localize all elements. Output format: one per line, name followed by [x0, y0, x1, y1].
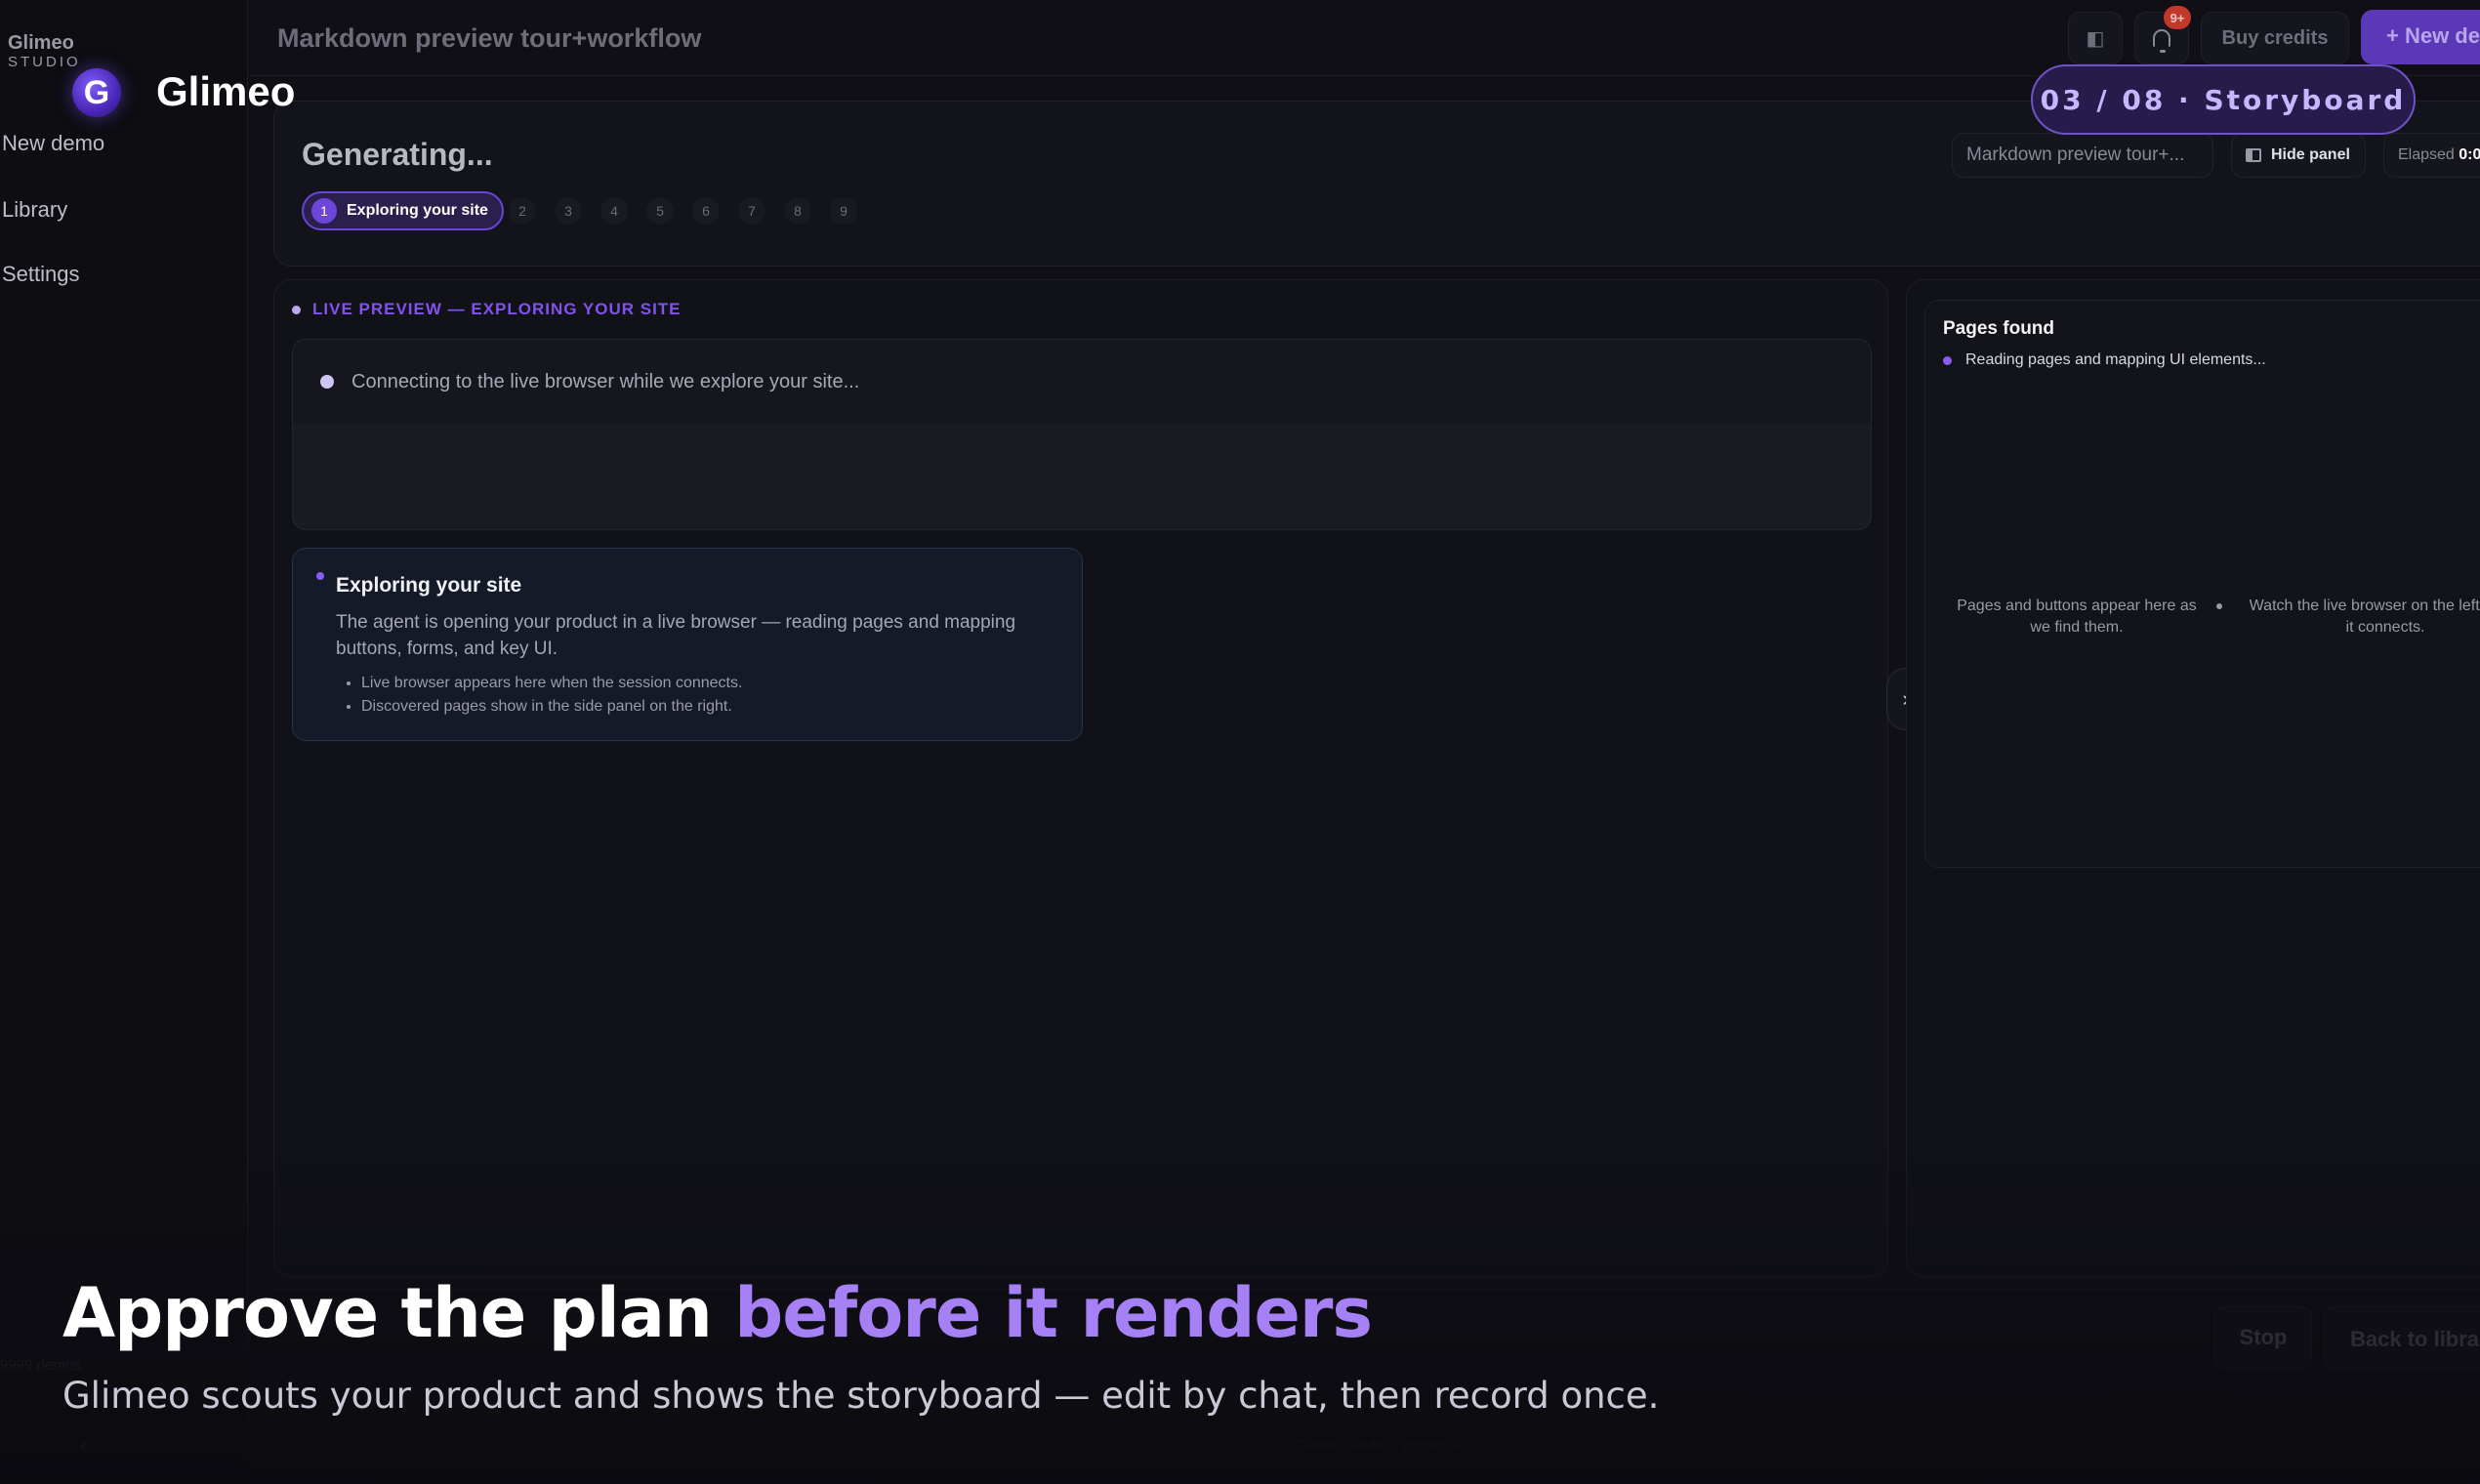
status-dot-icon: [1943, 355, 1952, 365]
step-3[interactable]: 3: [555, 197, 582, 225]
elapsed-label: Elapsed: [2398, 146, 2455, 163]
headline-plain: Approve the plan: [62, 1273, 735, 1353]
browser-status-bar: Connecting to the live browser while we …: [293, 340, 1871, 424]
sidebar-demo-count: 9999 demos: [0, 1357, 81, 1374]
headline-accent: before it renders: [734, 1273, 1373, 1353]
step-4[interactable]: 4: [600, 197, 628, 225]
panel-icon: [2246, 148, 2261, 162]
separator-dot-icon: [2216, 603, 2222, 609]
sidebar-collapse-button[interactable]: ‹: [64, 1425, 103, 1464]
exploring-title: Exploring your site: [336, 574, 522, 597]
panel-toggle-button[interactable]: ◧: [2068, 12, 2123, 64]
exploring-card: Exploring your site The agent is opening…: [292, 548, 1083, 741]
live-preview-panel: LIVE PREVIEW — EXPLORING YOUR SITE Conne…: [273, 279, 1888, 1277]
panel-toggle-icon: ◧: [2086, 27, 2105, 50]
list-item: Live browser appears here when the sessi…: [361, 672, 742, 695]
hide-panel-button[interactable]: Hide panel: [2231, 133, 2366, 178]
glimeo-logo-icon: G: [72, 68, 121, 117]
brand-name: Glimeo: [156, 68, 296, 114]
page-title: Markdown preview tour+workflow: [277, 23, 702, 53]
hide-panel-label: Hide panel: [2271, 146, 2350, 163]
step-8[interactable]: 8: [784, 197, 811, 225]
exploring-bullets: Live browser appears here when the sessi…: [361, 672, 742, 719]
sidebar-item-library[interactable]: Library: [2, 197, 67, 223]
generating-title: Generating...: [302, 137, 493, 172]
exploring-dot-icon: [316, 572, 324, 580]
connecting-text: Connecting to the live browser while we …: [351, 370, 860, 392]
pages-found-box: Pages found Reading pages and mapping UI…: [1924, 300, 2480, 868]
footer-link[interactable]: glimeo.ai: [1402, 1437, 1461, 1454]
back-to-library-button[interactable]: Back to library: [2324, 1306, 2480, 1369]
exploring-body: The agent is opening your product in a l…: [336, 612, 1016, 659]
pages-empty-text: Pages and buttons appear here as we find…: [1957, 598, 2197, 636]
demo-name-pill: Markdown preview tour+...: [1952, 133, 2213, 178]
sidebar: Glimeo STUDIO New demo Library Settings …: [0, 0, 248, 1484]
sidebar-brand-sub: STUDIO: [8, 54, 81, 70]
elapsed-value: 0:0: [2459, 146, 2480, 163]
notifications-badge: 9+: [2164, 6, 2191, 29]
step-active-number: 1: [311, 198, 337, 224]
demo-name: Markdown preview tour+...: [1966, 144, 2185, 165]
side-panel: Pages found Reading pages and mapping UI…: [1906, 279, 2480, 1277]
footer-brand: Glimeo Studio: [1295, 1437, 1387, 1454]
stop-button[interactable]: Stop: [2214, 1306, 2312, 1369]
buy-credits-button[interactable]: Buy credits: [2201, 12, 2349, 64]
step-6[interactable]: 6: [692, 197, 720, 225]
pages-status-text: Reading pages and mapping UI elements...: [1965, 351, 2266, 368]
elapsed-pill: Elapsed 0:0: [2383, 133, 2480, 178]
step-active-label: Exploring your site: [347, 202, 488, 219]
live-dot-icon: [292, 305, 301, 314]
live-browser-frame[interactable]: Connecting to the live browser while we …: [292, 339, 1872, 530]
sidebar-item-settings[interactable]: Settings: [2, 262, 80, 287]
step-7[interactable]: 7: [738, 197, 765, 225]
new-demo-button[interactable]: + New demo: [2361, 10, 2480, 64]
step-active[interactable]: 1 Exploring your site: [302, 191, 504, 230]
sidebar-item-new-demo[interactable]: New demo: [2, 131, 104, 156]
pages-found-title: Pages found: [1943, 318, 2055, 339]
live-preview-label: LIVE PREVIEW — EXPLORING YOUR SITE: [292, 300, 682, 319]
footer: Glimeo Studio glimeo.ai: [1295, 1437, 1461, 1454]
step-9[interactable]: 9: [830, 197, 857, 225]
list-item: Discovered pages show in the side panel …: [361, 695, 742, 719]
logo-letter: G: [83, 73, 110, 111]
caption-subline: Glimeo scouts your product and shows the…: [62, 1375, 1660, 1417]
bell-icon: [2153, 29, 2170, 53]
connecting-dot-icon: [320, 375, 334, 389]
step-2[interactable]: 2: [509, 197, 536, 225]
sidebar-brand-name: Glimeo: [8, 32, 74, 54]
sidebar-brand: Glimeo STUDIO: [8, 33, 81, 69]
step-5[interactable]: 5: [646, 197, 674, 225]
caption-headline: Approve the plan before it renders: [62, 1273, 1373, 1353]
pages-found-status: Reading pages and mapping UI elements...: [1943, 351, 2266, 369]
pages-hint-text: Watch the live browser on the left when …: [2244, 596, 2480, 639]
pages-hint-line: Watch the live browser on the left when …: [2249, 598, 2480, 636]
live-preview-text: LIVE PREVIEW — EXPLORING YOUR SITE: [312, 300, 682, 318]
storyboard-step-chip: 03 / 08 · Storyboard: [2031, 64, 2416, 135]
